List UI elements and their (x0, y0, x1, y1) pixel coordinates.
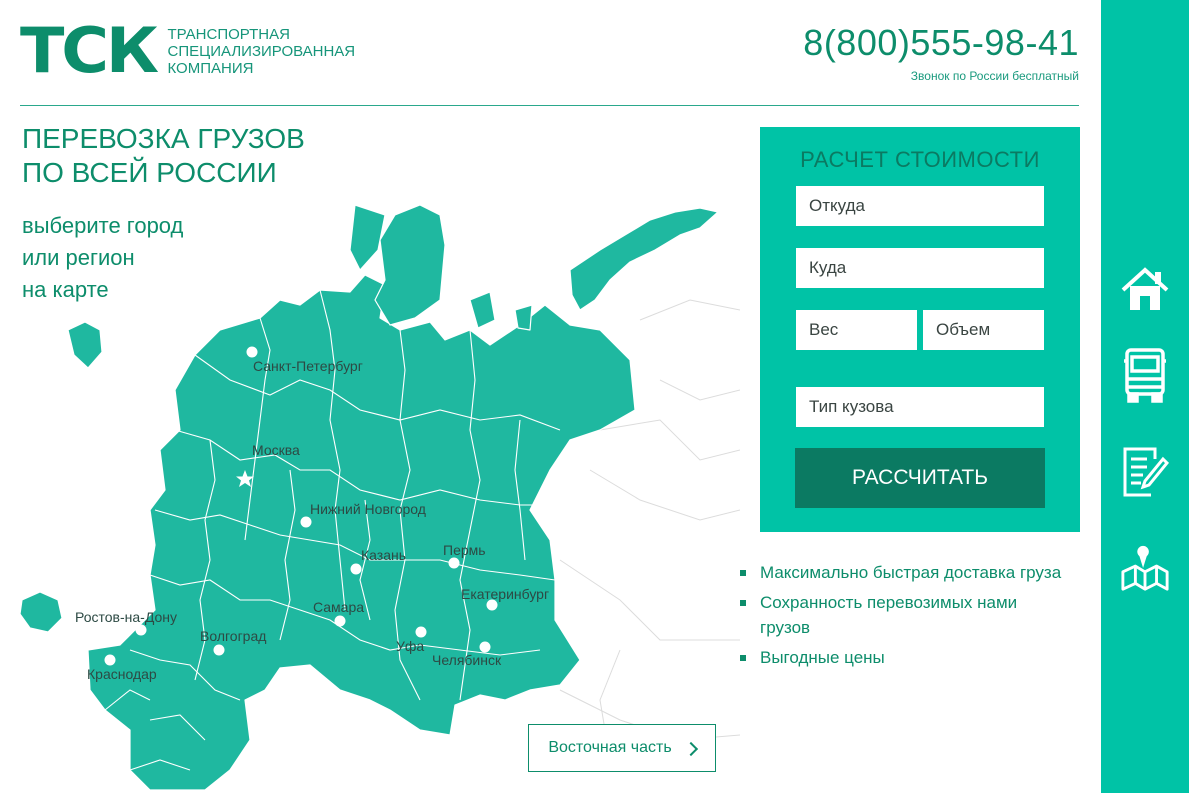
features-list: Максимально быстрая доставка груза Сохра… (740, 560, 1061, 675)
phone-note: Звонок по России бесплатный (910, 69, 1079, 83)
city-dot-rostov (135, 624, 147, 636)
phone-number[interactable]: 8(800)555-98-41 (803, 22, 1079, 64)
east-part-button[interactable]: Восточная часть (528, 724, 716, 772)
logo-mark: ТСК (20, 14, 159, 87)
city-label-volgograd: Волгоград (200, 628, 266, 644)
to-input[interactable] (796, 248, 1044, 288)
title-line: ПЕРЕВОЗКА ГРУЗОВ (22, 123, 305, 154)
right-sidebar (1101, 0, 1189, 793)
city-label-spb: Санкт-Петербург (253, 358, 363, 374)
logo-line: КОМПАНИЯ (167, 59, 254, 77)
cost-calculator: РАСЧЕТ СТОИМОСТИ РАССЧИТАТЬ (760, 127, 1080, 532)
region-crimea (19, 591, 63, 633)
logo-line: ТРАНСПОРТНАЯ (167, 25, 290, 43)
calculator-title: РАСЧЕТ СТОИМОСТИ (800, 147, 1040, 172)
feature-item: Сохранность перевозимых нами грузов (740, 590, 1050, 640)
title-line: ПО ВСЕЙ РОССИИ (22, 157, 277, 188)
chevron-right-icon (683, 741, 698, 756)
body-type-input[interactable] (796, 387, 1044, 427)
region-novaya-zemlya (569, 207, 719, 311)
city-dot-perm (448, 557, 460, 569)
from-input[interactable] (796, 186, 1044, 226)
city-dot-krasnodar (104, 654, 116, 666)
russia-map[interactable]: Санкт-Петербург Москва Нижний Новгород К… (0, 195, 740, 793)
map-pin-icon[interactable] (1120, 543, 1170, 593)
city-label-rostov: Ростов-на-Дону (75, 609, 177, 625)
city-dot-ufa (415, 626, 427, 638)
city-dot-spb (246, 346, 258, 358)
home-icon[interactable] (1120, 265, 1170, 315)
region-kaliningrad (67, 321, 103, 369)
logo[interactable]: ТСК ТРАНСПОРТНАЯ СПЕЦИАЛИЗИРОВАННАЯ КОМП… (20, 20, 355, 82)
page-title: ПЕРЕВОЗКА ГРУЗОВ ПО ВСЕЙ РОССИИ (22, 122, 305, 190)
logo-line: СПЕЦИАЛИЗИРОВАННАЯ (167, 42, 356, 60)
city-dot-chelyabinsk (479, 641, 491, 653)
map-territory[interactable] (19, 204, 719, 791)
volume-input[interactable] (923, 310, 1044, 350)
region-main (87, 274, 636, 791)
region-island (514, 304, 533, 331)
city-label-samara: Самара (313, 599, 364, 615)
region-kola (374, 204, 446, 326)
document-icon[interactable] (1120, 447, 1170, 497)
feature-item: Выгодные цены (740, 645, 1061, 670)
region-north (349, 204, 386, 271)
city-label-moscow: Москва (252, 442, 300, 458)
city-label-krasnodar: Краснодар (87, 666, 157, 682)
city-label-chelyabinsk: Челябинск (432, 652, 502, 668)
city-label-kazan: Казань (361, 547, 406, 563)
header-divider (20, 105, 1079, 106)
region-island (469, 291, 496, 329)
weight-input[interactable] (796, 310, 917, 350)
city-dot-samara (334, 615, 346, 627)
city-dot-volgograd (213, 644, 225, 656)
east-part-label: Восточная часть (548, 739, 672, 756)
logo-text: ТРАНСПОРТНАЯ СПЕЦИАЛИЗИРОВАННАЯ КОМПАНИЯ (167, 26, 355, 77)
truck-icon[interactable] (1120, 348, 1170, 403)
calculate-button[interactable]: РАССЧИТАТЬ (795, 448, 1045, 508)
city-label-perm: Пермь (443, 542, 486, 558)
city-label-ufa: Уфа (396, 638, 424, 654)
city-label-nn: Нижний Новгород (310, 501, 426, 517)
city-dot-kazan (350, 563, 362, 575)
city-label-ekb: Екатеринбург (461, 586, 549, 602)
feature-item: Максимально быстрая доставка груза (740, 560, 1061, 585)
city-dot-nn (300, 516, 312, 528)
